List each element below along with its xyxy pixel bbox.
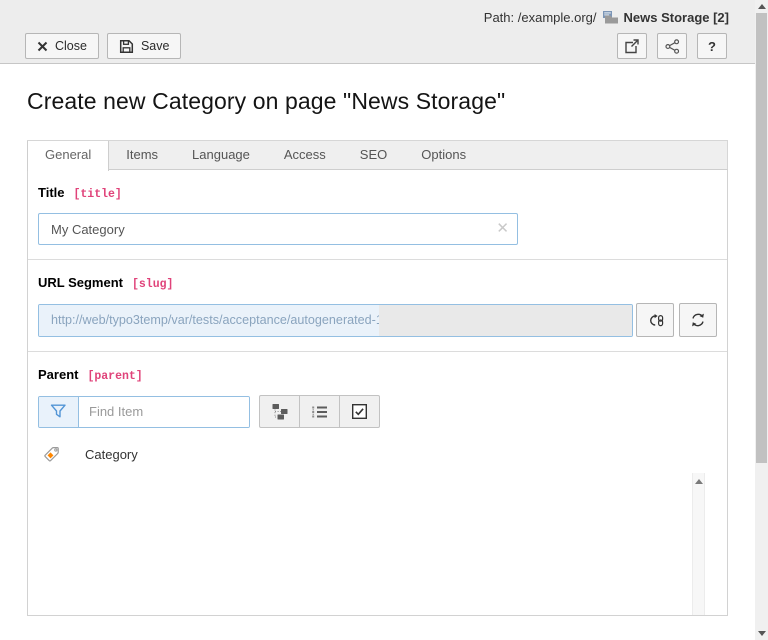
slug-code: [slug] <box>132 278 173 291</box>
tree-expand-all-button[interactable] <box>259 395 300 428</box>
slug-recalculate-button[interactable] <box>679 303 717 337</box>
title-input[interactable] <box>38 213 518 245</box>
category-tree: Category <box>38 428 717 616</box>
clear-input-icon[interactable]: ✕ <box>496 221 509 236</box>
open-in-new-window-button[interactable] <box>617 33 647 59</box>
window-scroll-down-icon[interactable] <box>758 631 766 636</box>
page-title: Create new Category on page "News Storag… <box>27 88 755 115</box>
record-edit-window: Path: /example.org/ News Storage [2] Cl <box>0 0 755 640</box>
tab-panel-general: Title [title] ✕ URL Segment [slug] http:… <box>27 169 728 616</box>
parent-label: Parent <box>38 367 78 382</box>
save-button[interactable]: Save <box>107 33 182 59</box>
tab-label: Access <box>284 147 326 162</box>
slug-row: http://web/typo3temp/var/tests/acceptanc… <box>38 303 717 337</box>
tree-buttons <box>259 395 380 428</box>
tab-options[interactable]: Options <box>404 141 483 169</box>
tree-filter-input[interactable] <box>79 397 249 427</box>
tab-items[interactable]: Items <box>109 141 175 169</box>
tab-language[interactable]: Language <box>175 141 267 169</box>
tree-item-label: Category <box>85 447 138 462</box>
help-icon: ? <box>708 39 716 54</box>
refresh-icon <box>690 312 706 328</box>
close-button[interactable]: Close <box>25 33 99 59</box>
tree-item-category[interactable]: Category <box>38 428 717 463</box>
tab-label: SEO <box>360 147 387 162</box>
title-label: Title <box>38 185 65 200</box>
title-code: [title] <box>74 188 122 201</box>
tab-access[interactable]: Access <box>267 141 343 169</box>
docheader-icon-buttons: ? <box>617 33 727 59</box>
field-label-title: Title [title] <box>38 185 717 200</box>
tree-hierarchy-icon <box>271 403 289 420</box>
checkbox-checked-icon <box>351 403 368 420</box>
filter-funnel-icon <box>49 403 68 420</box>
slug-toggle-edit-button[interactable] <box>636 303 674 337</box>
tree-collapse-all-button[interactable] <box>299 395 340 428</box>
share-button[interactable] <box>657 33 687 59</box>
list-icon <box>311 405 328 419</box>
tab-label: Language <box>192 147 250 162</box>
parent-code: [parent] <box>87 370 142 383</box>
category-tag-icon <box>43 445 61 463</box>
field-section-title: Title [title] ✕ <box>28 170 727 260</box>
tab-label: Items <box>126 147 158 162</box>
tree-scrollbar[interactable] <box>692 473 705 616</box>
window-scrollbar-thumb[interactable] <box>756 13 767 463</box>
tree-filter-group <box>38 396 250 428</box>
save-icon <box>119 39 134 54</box>
slug-label: URL Segment <box>38 275 123 290</box>
share-icon <box>665 39 680 54</box>
slug-value: http://web/typo3temp/var/tests/acceptanc… <box>39 305 379 336</box>
field-label-parent: Parent [parent] <box>38 367 717 382</box>
record-edit-content: Create new Category on page "News Storag… <box>0 65 755 640</box>
tab-label: Options <box>421 147 466 162</box>
title-input-wrap: ✕ <box>38 213 518 245</box>
close-icon <box>37 41 48 52</box>
tab-general[interactable]: General <box>27 141 109 171</box>
record-path-title: News Storage [2] <box>624 10 729 25</box>
tab-label: General <box>45 147 91 162</box>
folder-contents-icon <box>602 10 619 24</box>
scroll-up-icon[interactable] <box>695 479 703 484</box>
filter-addon <box>39 397 79 427</box>
edit-link-icon <box>647 313 664 328</box>
field-label-slug: URL Segment [slug] <box>38 275 717 290</box>
close-button-label: Close <box>55 39 87 53</box>
slug-input-disabled <box>379 305 632 336</box>
tab-bar: General Items Language Access SEO Option… <box>27 140 728 169</box>
docheader-buttons: Close Save <box>25 33 181 59</box>
save-button-label: Save <box>141 39 170 53</box>
tab-seo[interactable]: SEO <box>343 141 404 169</box>
tree-toggle-selection-button[interactable] <box>339 395 380 428</box>
field-section-slug: URL Segment [slug] http://web/typo3temp/… <box>28 260 727 352</box>
docheader: Path: /example.org/ News Storage [2] Cl <box>0 0 755 64</box>
window-scrollbar[interactable] <box>755 0 768 640</box>
field-section-parent: Parent [parent] <box>28 352 727 616</box>
path-prefix: Path: /example.org/ <box>484 10 597 25</box>
tree-toolbar <box>38 395 717 428</box>
slug-input-group: http://web/typo3temp/var/tests/acceptanc… <box>38 304 633 337</box>
breadcrumb: Path: /example.org/ News Storage [2] <box>484 8 729 26</box>
help-button[interactable]: ? <box>697 33 727 59</box>
open-in-new-window-icon <box>624 39 640 54</box>
window-scroll-up-icon[interactable] <box>758 4 766 9</box>
